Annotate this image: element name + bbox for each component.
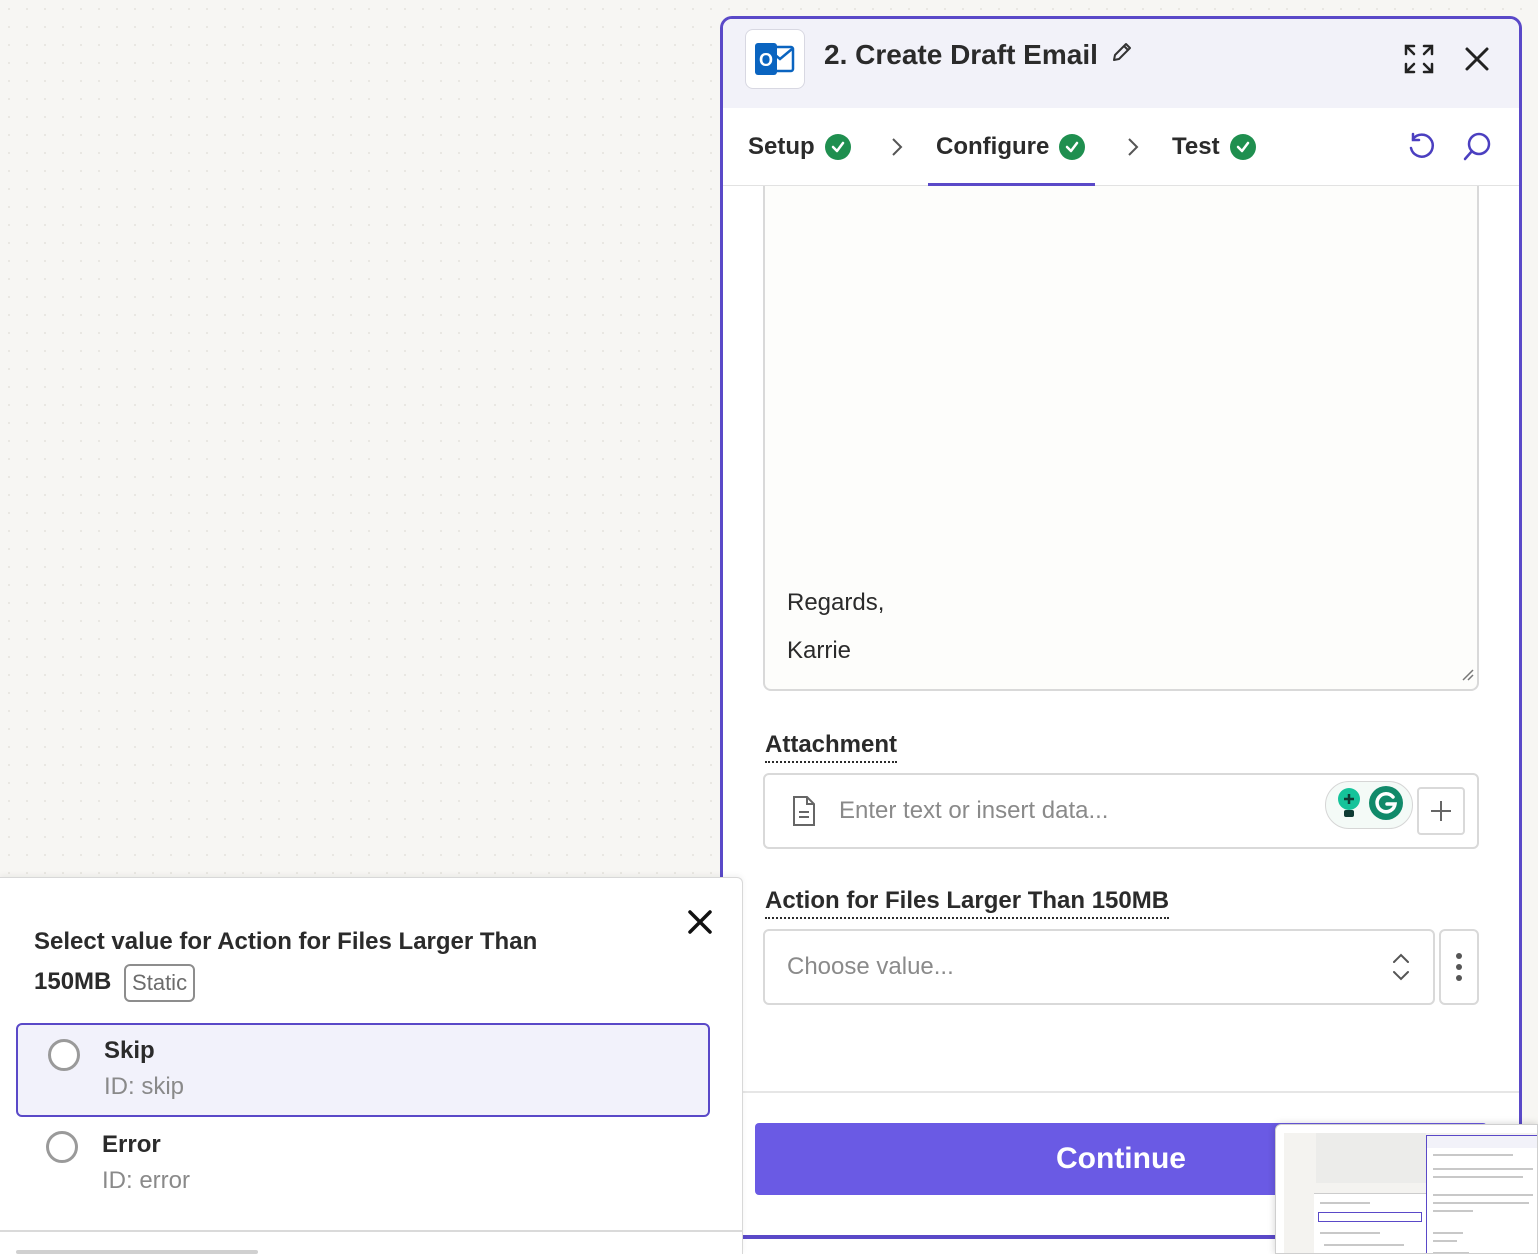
attachment-input[interactable]: Enter text or insert data... <box>763 773 1479 849</box>
close-icon[interactable] <box>1459 41 1495 77</box>
large-files-select[interactable]: Choose value... <box>763 929 1435 1005</box>
thumbnail-canvas <box>1284 1133 1537 1253</box>
body-line: Karrie <box>787 637 852 664</box>
chevron-right-icon <box>889 136 905 163</box>
picker-footer-stub <box>16 1250 258 1254</box>
attachment-label: Attachment <box>765 731 898 763</box>
thumbnail-line <box>1320 1202 1370 1204</box>
thumbnail-canvas-area <box>1316 1133 1426 1183</box>
screenshot-thumbnail[interactable] <box>1275 1124 1538 1254</box>
attachment-placeholder: Enter text or insert data... <box>839 797 1109 824</box>
thumbnail-field <box>1318 1212 1422 1222</box>
picker-title-text: Select value for Action for Files Larger… <box>34 928 538 995</box>
resize-handle-icon[interactable] <box>1459 666 1475 687</box>
tab-label: Configure <box>936 133 1050 160</box>
select-arrows-icon <box>1391 951 1411 988</box>
close-icon[interactable] <box>684 906 716 938</box>
tab-setup[interactable]: Setup <box>748 108 851 186</box>
check-icon <box>1229 134 1256 160</box>
thumbnail-line <box>1433 1154 1513 1156</box>
kebab-icon <box>1456 953 1462 981</box>
thumbnail-line <box>1433 1202 1529 1204</box>
thumbnail-line <box>1433 1232 1463 1234</box>
thumbnail-line <box>1320 1232 1380 1234</box>
thumbnail-panel <box>1426 1135 1537 1253</box>
tab-test[interactable]: Test <box>1172 108 1256 186</box>
thumbnail-line <box>1433 1176 1523 1178</box>
option-skip[interactable]: Skip ID: skip <box>16 1023 710 1117</box>
step-title-text: 2. Create Draft Email <box>824 39 1098 70</box>
step-title[interactable]: 2. Create Draft Email <box>824 39 1134 71</box>
option-label: Skip <box>104 1037 155 1064</box>
large-files-label: Action for Files Larger Than 150MB <box>765 887 1170 919</box>
thumbnail-line <box>1433 1240 1457 1242</box>
pencil-icon[interactable] <box>1110 39 1134 71</box>
radio-button[interactable] <box>48 1039 80 1071</box>
thumbnail-line <box>1433 1210 1473 1212</box>
static-badge: Static <box>124 963 196 1002</box>
expand-icon[interactable] <box>1401 41 1437 77</box>
grammarly-widget[interactable] <box>1325 781 1413 829</box>
option-id: ID: error <box>102 1167 191 1194</box>
bulb-icon[interactable] <box>1334 786 1364 825</box>
undo-icon[interactable] <box>1403 129 1439 165</box>
radio-button[interactable] <box>46 1131 78 1163</box>
footer-divider <box>723 1091 1519 1093</box>
thumbnail-header <box>1427 1136 1537 1148</box>
panel-header: O 2. Create Draft Email <box>723 19 1519 108</box>
field-options-button[interactable] <box>1439 929 1479 1005</box>
thumbnail-picker <box>1314 1193 1426 1253</box>
thumbnail-line <box>1433 1168 1533 1170</box>
body-line: Regards, <box>787 589 885 616</box>
tab-configure[interactable]: Configure <box>927 108 1096 186</box>
search-icon[interactable] <box>1459 129 1495 165</box>
outlook-icon: O <box>745 29 805 89</box>
thumbnail-line <box>1324 1244 1404 1246</box>
thumbnail-line <box>1433 1194 1533 1196</box>
option-label: Error <box>102 1131 161 1158</box>
plus-icon <box>1431 801 1451 821</box>
tab-label: Setup <box>748 133 815 160</box>
step-panel: O 2. Create Draft Email Setup Configure … <box>720 16 1522 1254</box>
chevron-right-icon <box>1125 136 1141 163</box>
svg-text:O: O <box>759 50 773 70</box>
body-textarea[interactable]: Regards, Karrie <box>763 186 1479 691</box>
insert-data-button[interactable] <box>1417 787 1465 835</box>
picker-title: Select value for Action for Files Larger… <box>34 922 594 1002</box>
picker-divider <box>0 1230 742 1232</box>
check-icon <box>824 134 851 160</box>
option-id: ID: skip <box>104 1073 185 1100</box>
check-icon <box>1059 134 1086 160</box>
step-tabs: Setup Configure Test <box>723 108 1519 186</box>
option-error[interactable]: Error ID: error <box>16 1119 710 1213</box>
tab-label: Test <box>1172 133 1220 160</box>
value-picker: Select value for Action for Files Larger… <box>0 877 743 1254</box>
document-icon <box>791 795 817 832</box>
select-placeholder: Choose value... <box>787 953 954 980</box>
grammarly-icon[interactable] <box>1368 785 1404 826</box>
